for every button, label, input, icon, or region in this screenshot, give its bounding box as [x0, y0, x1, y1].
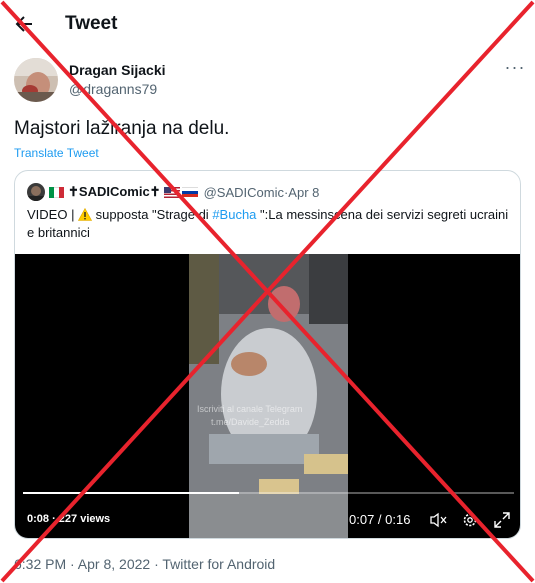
usa-flag-icon [163, 186, 180, 198]
quoted-avatar[interactable] [27, 183, 45, 201]
quoted-tweet-text: VIDEO | supposta "Strage di #Bucha ":La … [27, 206, 512, 242]
author-handle[interactable]: @draganns79 [69, 81, 157, 97]
quoted-text-prefix: VIDEO | [27, 207, 79, 222]
russia-flag-icon [181, 186, 198, 198]
translate-tweet-link[interactable]: Translate Tweet [14, 146, 99, 160]
more-options-icon[interactable]: ··· [504, 58, 526, 80]
author-name[interactable]: Dragan Sijacki [69, 62, 166, 78]
quoted-tweet-header: ✝SADIComic✝ @SADIComic · Apr 8 [27, 183, 319, 201]
quoted-text-middle: supposta "Strage di [92, 207, 213, 222]
video-progress-bar[interactable] [23, 492, 514, 494]
tweet-text: Majstori lažiranja na delu. [14, 118, 230, 139]
quoted-tweet-card[interactable]: ✝SADIComic✝ @SADIComic · Apr 8 VIDEO | s… [14, 170, 521, 539]
video-view-count: 0:08 · 227 views [27, 513, 111, 525]
hashtag-link[interactable]: #Bucha [212, 207, 256, 222]
video-progress-fill [23, 492, 240, 494]
quoted-date[interactable]: Apr 8 [288, 185, 319, 200]
video-player[interactable]: Iscriviti al canale Telegram t.me/Davide… [15, 254, 520, 538]
page-title: Tweet [65, 13, 118, 34]
video-frame: Iscriviti al canale Telegram t.me/Davide… [189, 254, 348, 538]
tweet-timestamp[interactable]: 6:32 PM · Apr 8, 2022 · Twitter for Andr… [14, 556, 275, 572]
italy-flag-icon [49, 186, 64, 198]
svg-text:Iscriviti al canale Telegram: Iscriviti al canale Telegram [197, 404, 302, 414]
warning-icon [78, 208, 93, 221]
back-arrow-icon[interactable] [12, 12, 36, 36]
svg-text:t.me/Davide_Zedda: t.me/Davide_Zedda [211, 417, 290, 427]
avatar[interactable] [14, 58, 58, 102]
top-bar: Tweet [0, 0, 535, 48]
quoted-author-name[interactable]: ✝SADIComic✝ [68, 184, 161, 200]
gear-icon[interactable] [461, 511, 479, 529]
video-time: 0:07 / 0:16 [349, 512, 411, 527]
quoted-author-handle[interactable]: @SADIComic [204, 185, 284, 200]
volume-muted-icon[interactable] [429, 511, 447, 529]
fullscreen-icon[interactable] [493, 511, 511, 529]
